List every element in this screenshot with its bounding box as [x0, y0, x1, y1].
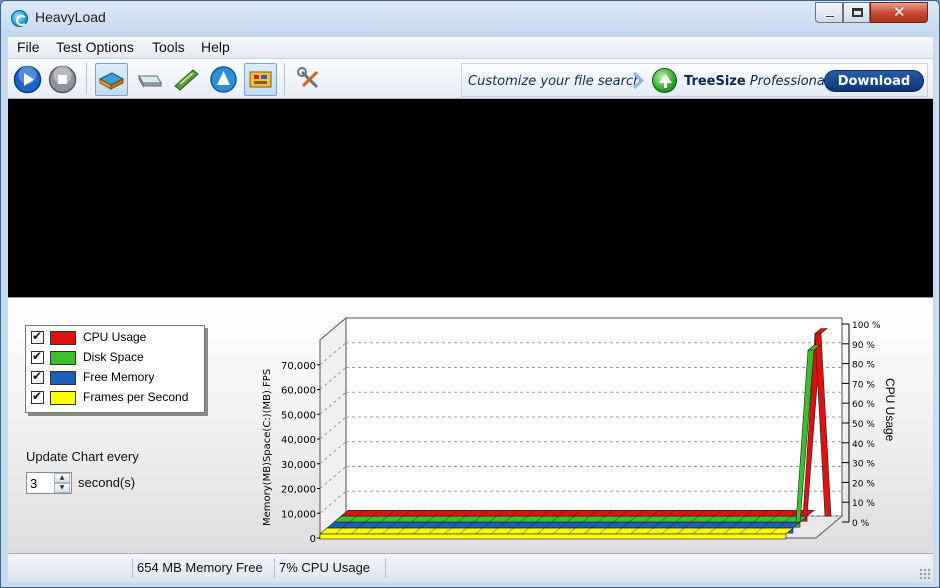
right-tick-label: 100 %: [852, 321, 881, 331]
right-tick-label: 70 %: [852, 380, 875, 390]
right-tick-label: 10 %: [852, 499, 875, 509]
legend-checkbox[interactable]: [31, 389, 44, 404]
treesize-italic: Professional: [749, 74, 829, 89]
maximize-icon: [852, 8, 863, 17]
minimize-icon: [825, 15, 835, 18]
left-axis-label: Memory(MB)Space(C:)(MB) FPS: [262, 369, 273, 526]
stop-icon: [48, 65, 77, 94]
heavyload-icon: [11, 10, 28, 27]
start-icon: [13, 65, 42, 94]
cpu-test-icon: [98, 72, 125, 90]
toolbar-separator: [86, 63, 87, 95]
left-tick-label: 20,000: [281, 485, 316, 496]
close-button[interactable]: ✕: [870, 2, 928, 23]
left-tick-label: 30,000: [281, 460, 316, 471]
status-memory: 654 MB Memory Free: [133, 558, 275, 578]
right-tick-label: 0 %: [852, 519, 870, 529]
minimize-button[interactable]: [815, 2, 843, 23]
legend-label: Frames per Second: [83, 390, 189, 404]
disk-icon: [138, 74, 162, 88]
toolbar: Customize your file search TreeSize Prof…: [8, 59, 933, 99]
banner-text: Customize your file search: [468, 74, 642, 89]
right-tick-label: 90 %: [852, 341, 875, 351]
cpu-test-button[interactable]: [95, 63, 128, 96]
chart-legend: CPU Usage Disk Space Free Memory Frames …: [25, 325, 205, 413]
update-chart-label: Update Chart every: [26, 449, 139, 464]
right-tick-label: 40 %: [852, 440, 875, 450]
legend-swatch: [50, 391, 76, 405]
menu-bar: File Test Options Tools Help: [8, 37, 933, 59]
heavyload-window: HeavyLoad ✕ File Test Options Tools Help: [0, 0, 940, 588]
status-bar: 654 MB Memory Free 7% CPU Usage: [8, 553, 933, 582]
legend-cpu-usage[interactable]: CPU Usage: [31, 329, 203, 347]
legend-checkbox[interactable]: [31, 349, 44, 364]
treesize-banner[interactable]: Customize your file search TreeSize Prof…: [461, 63, 928, 97]
menu-test-options[interactable]: Test Options: [56, 39, 134, 55]
left-tick-label: 70,000: [281, 361, 316, 372]
legend-label: Disk Space: [83, 350, 144, 364]
tools-button[interactable]: [293, 63, 326, 96]
treesize-bold: TreeSize: [684, 74, 746, 89]
right-tick-label: 50 %: [852, 420, 875, 430]
legend-swatch: [50, 371, 76, 385]
status-cpu: 7% CPU Usage: [275, 558, 386, 578]
chart-panel: CPU Usage Disk Space Free Memory Frames …: [8, 297, 933, 553]
update-interval-stepper[interactable]: ▲ ▼: [26, 472, 72, 494]
gpu-test-button[interactable]: [207, 63, 240, 96]
legend-label: Free Memory: [83, 370, 155, 384]
left-tick-label: 10,000: [281, 509, 316, 520]
treesize-logo-icon: [652, 68, 677, 93]
right-tick-label: 80 %: [852, 361, 875, 371]
treesize-product-name: TreeSize Professional: [684, 74, 828, 89]
load-chart: 0 10,000 20,000 30,000 40,000 50,000 60,000 70,…: [262, 316, 897, 545]
memory-test-button[interactable]: [170, 63, 203, 96]
menu-tools[interactable]: Tools: [152, 39, 185, 55]
legend-free-memory[interactable]: Free Memory: [31, 369, 203, 387]
right-tick-label: 30 %: [852, 460, 875, 470]
left-tick-label: 40,000: [281, 435, 316, 446]
stop-button[interactable]: [46, 63, 79, 96]
legend-fps[interactable]: Frames per Second: [31, 389, 203, 407]
spin-up-button[interactable]: ▲: [54, 473, 70, 483]
spin-down-button[interactable]: ▼: [54, 483, 70, 493]
legend-disk-space[interactable]: Disk Space: [31, 349, 203, 367]
resize-grip[interactable]: [919, 568, 931, 580]
legend-label: CPU Usage: [83, 330, 147, 344]
tools-icon: [297, 67, 319, 89]
menu-file[interactable]: File: [17, 39, 40, 55]
disk-test-button[interactable]: [133, 63, 166, 96]
menu-help[interactable]: Help: [201, 39, 230, 55]
status-cell-empty: [8, 558, 133, 578]
update-interval-input[interactable]: [30, 475, 52, 491]
fps-test-icon: [249, 71, 272, 88]
download-button[interactable]: Download: [824, 70, 924, 92]
legend-swatch: [50, 351, 76, 365]
chevron-right-icon: [632, 71, 644, 90]
test-output-area: [8, 99, 933, 297]
right-tick-label: 60 %: [852, 400, 875, 410]
toolbar-separator: [284, 63, 285, 95]
close-icon: ✕: [893, 3, 906, 21]
series-ribbon-front: [319, 533, 787, 540]
legend-checkbox[interactable]: [31, 329, 44, 344]
chart-side-wall: [319, 316, 347, 540]
gpu-test-icon: [210, 66, 237, 93]
left-tick-label: 50,000: [281, 410, 316, 421]
legend-swatch: [50, 331, 76, 345]
title-bar[interactable]: HeavyLoad ✕: [1, 1, 939, 37]
update-unit-label: second(s): [78, 475, 136, 490]
fps-test-button[interactable]: [244, 63, 277, 96]
left-tick-label: 0: [310, 534, 316, 545]
left-tick-label: 60,000: [281, 386, 316, 397]
start-button[interactable]: [11, 63, 44, 96]
right-tick-label: 20 %: [852, 479, 875, 489]
legend-checkbox[interactable]: [31, 369, 44, 384]
right-axis-label: CPU Usage: [883, 378, 897, 442]
window-title: HeavyLoad: [35, 9, 106, 25]
memory-icon: [174, 69, 199, 91]
maximize-button[interactable]: [843, 2, 870, 23]
